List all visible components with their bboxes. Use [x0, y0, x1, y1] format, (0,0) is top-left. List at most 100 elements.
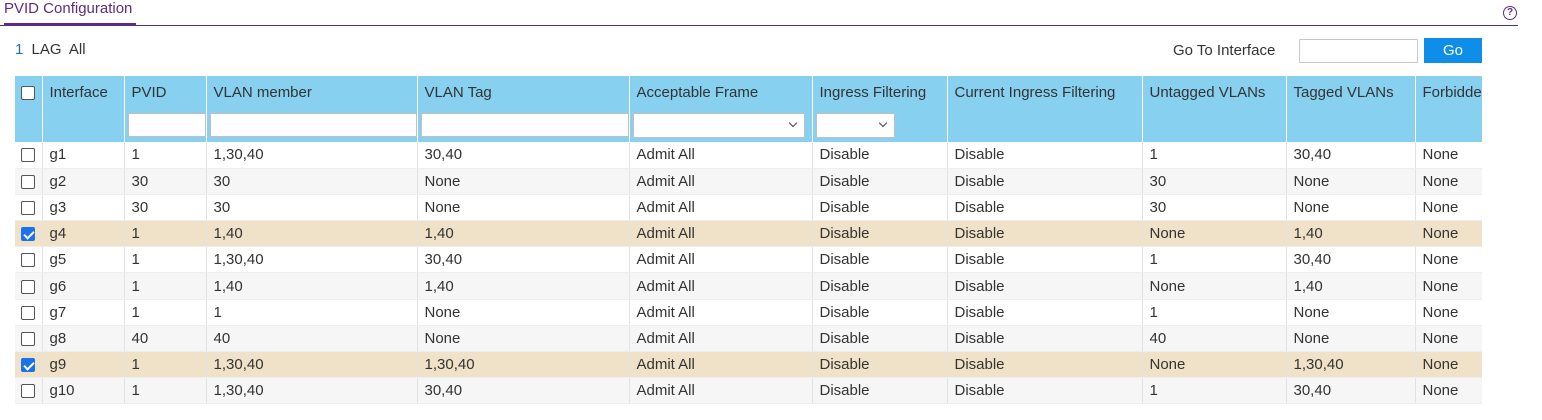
row-checkbox[interactable] [21, 148, 35, 163]
row-select-cell [15, 168, 42, 195]
row-checkbox[interactable] [21, 384, 35, 399]
table-row[interactable]: g1 1 1,30,40 30,40 Admit All Disable Disable 1 3… [15, 142, 1482, 169]
filter-1[interactable]: 1 [15, 41, 23, 58]
cell-pvid: 1 [123, 351, 206, 379]
cell-untagged-vlans: 40 [1141, 325, 1286, 353]
cell-pvid: 1 [123, 246, 206, 274]
help-icon[interactable]: ? [1503, 6, 1517, 20]
cell-forbidden-vlans: None [1414, 377, 1482, 405]
table-row[interactable]: g2 30 30 None Admit All Disable Disable 30 None N… [15, 168, 1482, 195]
cell-vlan-member: 1,30,40 [205, 142, 417, 169]
cell-untagged-vlans: None [1141, 272, 1286, 300]
table-row[interactable]: g9 1 1,30,40 1,30,40 Admit All Disable Disable… [15, 351, 1482, 379]
tab-pvid-configuration[interactable]: PVID Configuration [4, 0, 137, 26]
row-checkbox[interactable] [21, 227, 35, 242]
table-row[interactable]: g6 1 1,40 1,40 Admit All Disable Disable None 1,… [15, 272, 1482, 300]
cell-vlan-tag: 30,40 [416, 246, 629, 274]
pvid-table: Interface PVID VLAN member VLAN Tag Acce… [15, 76, 1482, 405]
header-interface[interactable]: Interface [41, 76, 124, 108]
cell-ingress-filtering: Disable [811, 194, 947, 222]
cell-untagged-vlans: 1 [1141, 377, 1286, 405]
filter-cell-vlan-tag [416, 108, 629, 142]
cell-pvid: 1 [123, 142, 206, 169]
table-row[interactable]: g8 40 40 None Admit All Disable Disable 40 None N… [15, 325, 1482, 353]
cell-vlan-member: 1,30,40 [205, 377, 417, 405]
cell-current-ingress-filtering: Disable [946, 272, 1142, 300]
table-row[interactable]: g3 30 30 None Admit All Disable Disable 30 None N… [15, 194, 1482, 222]
filter-lag[interactable]: LAG [32, 41, 62, 58]
row-checkbox[interactable] [21, 331, 35, 346]
vlan-tag-filter-input[interactable] [420, 113, 629, 137]
cell-pvid: 1 [123, 272, 206, 300]
row-select-cell [15, 325, 42, 353]
cell-acceptable-frame: Admit All [628, 246, 812, 274]
row-select-cell [15, 220, 42, 248]
table-filter-row [15, 108, 1482, 142]
select-all-checkbox[interactable] [21, 85, 35, 100]
cell-pvid: 1 [123, 299, 206, 326]
pvid-filter-input[interactable] [127, 113, 206, 137]
header-vlan-tag[interactable]: VLAN Tag [416, 76, 629, 108]
cell-forbidden-vlans: None [1414, 220, 1482, 248]
cell-ingress-filtering: Disable [811, 299, 947, 326]
table-row[interactable]: g7 1 1 None Admit All Disable Disable 1 None None [15, 299, 1482, 326]
acceptable-frame-filter-select[interactable] [632, 112, 805, 138]
ingress-filtering-filter-select[interactable] [815, 112, 895, 138]
table-row[interactable]: g4 1 1,40 1,40 Admit All Disable Disable None 1,… [15, 220, 1482, 248]
cell-untagged-vlans: None [1141, 351, 1286, 379]
cell-acceptable-frame: Admit All [628, 142, 812, 169]
cell-forbidden-vlans: None [1414, 246, 1482, 274]
header-untagged-vlans[interactable]: Untagged VLANs [1141, 76, 1286, 108]
header-tagged-vlans[interactable]: Tagged VLANs [1285, 76, 1415, 108]
header-forbidden-vlans[interactable]: Forbidden VLANs [1414, 76, 1482, 108]
cell-tagged-vlans: 30,40 [1285, 246, 1415, 274]
pvid-table-container[interactable]: Interface PVID VLAN member VLAN Tag Acce… [15, 76, 1482, 410]
filter-cell-acceptable-frame [628, 108, 812, 142]
cell-vlan-tag: 30,40 [416, 377, 629, 405]
filter-cell-empty [15, 108, 42, 142]
cell-untagged-vlans: 1 [1141, 246, 1286, 274]
table-header-row: Interface PVID VLAN member VLAN Tag Acce… [15, 76, 1482, 108]
cell-acceptable-frame: Admit All [628, 272, 812, 300]
row-checkbox[interactable] [21, 253, 35, 268]
cell-ingress-filtering: Disable [811, 246, 947, 274]
cell-untagged-vlans: None [1141, 220, 1286, 248]
header-ingress-filtering[interactable]: Ingress Filtering [811, 76, 947, 108]
row-checkbox[interactable] [21, 174, 35, 189]
cell-vlan-tag: 1,40 [416, 220, 629, 248]
cell-vlan-member: 30 [205, 168, 417, 195]
cell-current-ingress-filtering: Disable [946, 351, 1142, 379]
row-checkbox[interactable] [21, 201, 35, 215]
cell-ingress-filtering: Disable [811, 272, 947, 300]
cell-pvid: 1 [123, 377, 206, 405]
cell-vlan-member: 1,30,40 [205, 351, 417, 379]
table-row[interactable]: g5 1 1,30,40 30,40 Admit All Disable Disable 1 3… [15, 246, 1482, 274]
cell-pvid: 30 [123, 194, 206, 222]
cell-acceptable-frame: Admit All [628, 220, 812, 248]
cell-current-ingress-filtering: Disable [946, 220, 1142, 248]
cell-ingress-filtering: Disable [811, 377, 947, 405]
filter-all[interactable]: All [69, 41, 86, 58]
cell-interface: g1 [41, 142, 124, 169]
row-checkbox[interactable] [21, 305, 35, 320]
cell-ingress-filtering: Disable [811, 168, 947, 195]
cell-tagged-vlans: 30,40 [1285, 142, 1415, 169]
row-select-cell [15, 299, 42, 326]
cell-acceptable-frame: Admit All [628, 351, 812, 379]
goto-interface-input[interactable] [1299, 39, 1418, 63]
vlan-member-filter-input[interactable] [209, 113, 417, 137]
table-row[interactable]: g10 1 1,30,40 30,40 Admit All Disable Disable 1… [15, 377, 1482, 405]
filter-cell-empty [946, 108, 1142, 142]
row-checkbox[interactable] [21, 358, 35, 373]
cell-tagged-vlans: None [1285, 325, 1415, 353]
header-current-ingress-filtering[interactable]: Current Ingress Filtering [946, 76, 1142, 108]
cell-current-ingress-filtering: Disable [946, 325, 1142, 353]
go-button[interactable]: Go [1424, 38, 1482, 63]
header-acceptable-frame[interactable]: Acceptable Frame [628, 76, 812, 108]
header-pvid[interactable]: PVID [123, 76, 206, 108]
filter-cell-empty [1414, 108, 1482, 142]
cell-interface: g7 [41, 299, 124, 326]
row-checkbox[interactable] [21, 279, 35, 294]
header-vlan-member[interactable]: VLAN member [205, 76, 417, 108]
row-select-cell [15, 377, 42, 405]
